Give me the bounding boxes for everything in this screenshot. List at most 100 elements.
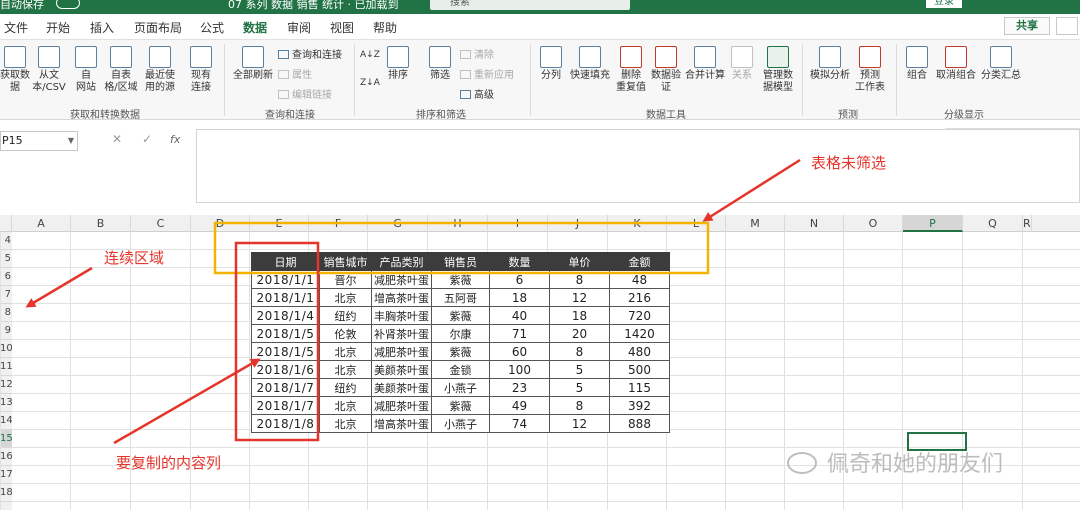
clear-filter-button[interactable]: 清除 [460, 46, 494, 61]
tab-insert[interactable]: 插入 [90, 19, 114, 36]
table-cell[interactable]: 6 [489, 270, 550, 289]
refresh-all-button[interactable]: 全部刷新 [230, 46, 276, 82]
table-cell[interactable]: 补肾茶叶蛋 [371, 324, 432, 343]
flash-fill-button[interactable]: 快速填充 [568, 46, 612, 82]
table-cell[interactable]: 丰胸茶叶蛋 [371, 306, 432, 325]
row-header[interactable]: 5 [0, 250, 12, 268]
column-header[interactable]: C [131, 215, 191, 232]
table-cell[interactable]: 小燕子 [431, 414, 490, 433]
date-cell[interactable]: 2018/1/1 [251, 270, 320, 289]
table-header-cell[interactable]: 数量 [489, 252, 550, 271]
table-cell[interactable]: 北京 [319, 414, 372, 433]
autosave-toggle[interactable] [56, 0, 80, 9]
row-header[interactable]: 11 [0, 358, 12, 376]
column-header[interactable]: E [250, 215, 309, 232]
column-header[interactable]: N [785, 215, 844, 232]
table-cell[interactable]: 20 [549, 324, 610, 343]
subtotal-button[interactable]: 分类汇总 [980, 46, 1022, 82]
table-cell[interactable]: 1420 [609, 324, 670, 343]
column-header[interactable]: J [548, 215, 608, 232]
tab-review[interactable]: 审阅 [287, 19, 311, 36]
table-cell[interactable]: 北京 [319, 360, 372, 379]
table-cell[interactable]: 紫薇 [431, 342, 490, 361]
table-cell[interactable]: 纽约 [319, 378, 372, 397]
table-cell[interactable]: 尔康 [431, 324, 490, 343]
table-cell[interactable]: 5 [549, 378, 610, 397]
date-cell[interactable]: 2018/1/8 [251, 414, 320, 433]
table-header-cell[interactable]: 单价 [549, 252, 610, 271]
row-header[interactable]: 4 [0, 232, 12, 250]
row-header[interactable]: 10 [0, 340, 12, 358]
formula-input[interactable] [196, 129, 1080, 203]
table-cell[interactable]: 392 [609, 396, 670, 415]
existing-connections-button[interactable]: 现有 连接 [186, 46, 216, 94]
date-cell[interactable]: 2018/1/5 [251, 342, 320, 361]
table-cell[interactable]: 480 [609, 342, 670, 361]
row-header[interactable]: 13 [0, 394, 12, 412]
edit-links-button[interactable]: 编辑链接 [278, 86, 332, 101]
table-cell[interactable]: 115 [609, 378, 670, 397]
table-cell[interactable]: 48 [609, 270, 670, 289]
column-header[interactable]: F [309, 215, 368, 232]
table-cell[interactable]: 12 [549, 414, 610, 433]
date-cell[interactable]: 2018/1/7 [251, 378, 320, 397]
table-cell[interactable]: 北京 [319, 342, 372, 361]
table-cell[interactable]: 美颜茶叶蛋 [371, 360, 432, 379]
table-cell[interactable]: 减肥茶叶蛋 [371, 396, 432, 415]
table-cell[interactable]: 8 [549, 396, 610, 415]
column-header[interactable]: L [667, 215, 726, 232]
reapply-button[interactable]: 重新应用 [460, 66, 514, 81]
date-cell[interactable]: 2018/1/5 [251, 324, 320, 343]
sort-button[interactable]: 排序 [384, 46, 412, 82]
ungroup-button[interactable]: 取消组合 [934, 46, 978, 82]
login-button[interactable]: 登录 [926, 0, 962, 8]
table-cell[interactable]: 北京 [319, 288, 372, 307]
table-cell[interactable]: 23 [489, 378, 550, 397]
table-cell[interactable]: 纽约 [319, 306, 372, 325]
row-header[interactable]: 6 [0, 268, 12, 286]
table-cell[interactable]: 888 [609, 414, 670, 433]
check-icon[interactable]: ✓ [142, 132, 152, 146]
row-header[interactable]: 9 [0, 322, 12, 340]
tab-home[interactable]: 开始 [46, 19, 70, 36]
row-header[interactable]: 7 [0, 286, 12, 304]
column-header[interactable]: I [488, 215, 548, 232]
table-cell[interactable]: 金锁 [431, 360, 490, 379]
column-header[interactable]: D [191, 215, 250, 232]
table-cell[interactable]: 减肥茶叶蛋 [371, 270, 432, 289]
column-header[interactable]: M [726, 215, 785, 232]
date-cell[interactable]: 2018/1/7 [251, 396, 320, 415]
table-cell[interactable]: 60 [489, 342, 550, 361]
cancel-icon[interactable]: ✕ [112, 132, 122, 146]
table-cell[interactable]: 北京 [319, 396, 372, 415]
sales-table[interactable]: 日期 销售城市 产品类别 销售员 数量 单价 金额 2018/1/1 晋尔 减肥茶叶蛋 紫薇 6 8 4… [251, 252, 670, 433]
name-box[interactable]: P15 ▼ [0, 131, 78, 151]
tab-formulas[interactable]: 公式 [200, 19, 224, 36]
column-header[interactable]: A [12, 215, 71, 232]
column-header[interactable]: O [844, 215, 903, 232]
table-cell[interactable]: 18 [489, 288, 550, 307]
consolidate-button[interactable]: 合并计算 [684, 46, 726, 82]
table-header-cell[interactable]: 销售城市 [319, 252, 372, 271]
tab-view[interactable]: 视图 [330, 19, 354, 36]
table-cell[interactable]: 五阿哥 [431, 288, 490, 307]
column-header[interactable]: B [71, 215, 131, 232]
table-cell[interactable]: 增高茶叶蛋 [371, 288, 432, 307]
table-cell[interactable]: 18 [549, 306, 610, 325]
select-all-corner[interactable] [0, 215, 12, 232]
table-cell[interactable]: 紫薇 [431, 270, 490, 289]
column-header[interactable]: P [903, 215, 963, 232]
table-cell[interactable]: 增高茶叶蛋 [371, 414, 432, 433]
table-cell[interactable]: 71 [489, 324, 550, 343]
row-header[interactable]: 8 [0, 304, 12, 322]
tab-file[interactable]: 文件 [4, 19, 28, 36]
date-cell[interactable]: 2018/1/6 [251, 360, 320, 379]
table-cell[interactable]: 720 [609, 306, 670, 325]
table-cell[interactable]: 500 [609, 360, 670, 379]
advanced-filter-button[interactable]: 高级 [460, 86, 494, 101]
insert-function-button[interactable]: fx [170, 133, 180, 146]
table-cell[interactable]: 紫薇 [431, 396, 490, 415]
table-header-cell[interactable]: 金额 [609, 252, 670, 271]
column-header[interactable]: R [1023, 215, 1032, 232]
table-cell[interactable]: 小燕子 [431, 378, 490, 397]
